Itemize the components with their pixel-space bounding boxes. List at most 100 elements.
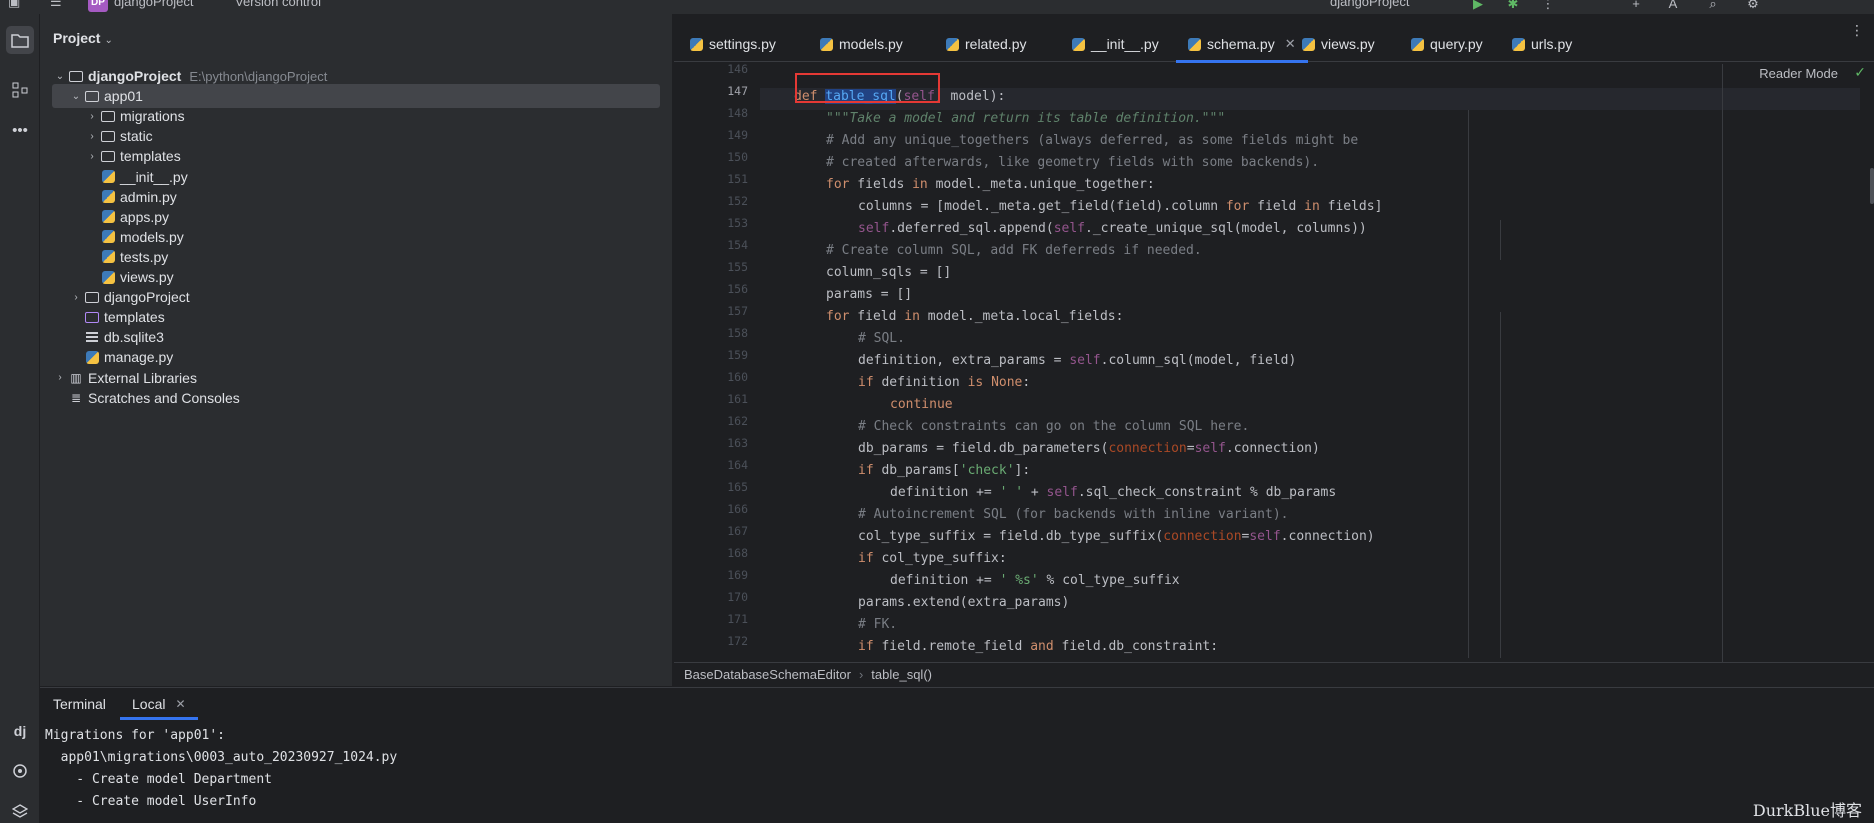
line-number: 162 (727, 414, 748, 428)
close-icon[interactable]: ✕ (1285, 36, 1296, 52)
django-icon[interactable]: dj (6, 717, 34, 745)
terminal-panel: Terminal Local ✕ Migrations for 'app01':… (40, 687, 1874, 823)
line-number: 147 (727, 84, 748, 98)
code-line-152[interactable]: columns = [model._meta.get_field(field).… (858, 196, 1382, 218)
code-line-167[interactable]: col_type_suffix = field.db_type_suffix(c… (858, 526, 1375, 548)
run-config-dropdown[interactable]: djangoProject (1330, 0, 1410, 9)
code-line-172[interactable]: if field.remote_field and field.db_const… (858, 636, 1218, 658)
chevron-down-icon[interactable]: ⌄ (68, 91, 84, 102)
folder-icon (100, 109, 116, 123)
app-logo-icon[interactable]: ▣ (8, 0, 20, 10)
chevron-right-icon[interactable]: › (84, 131, 100, 142)
run-icon[interactable]: ▶ (1470, 0, 1486, 11)
line-number-gutter: 146 147 148 149 150 151 152 153 154 155 156 157 158 1… (674, 62, 760, 662)
project-name-dropdown[interactable]: djangoProject (114, 0, 194, 9)
code-line-169[interactable]: definition += ' %s' % col_type_suffix (890, 570, 1180, 592)
line-number: 151 (727, 172, 748, 186)
code-line-150[interactable]: # created afterwards, like geometry fiel… (826, 152, 1319, 174)
main-menu-icon[interactable]: ☰ (50, 0, 62, 10)
chevron-right-icon[interactable]: › (52, 372, 68, 383)
tab-related-py[interactable]: related.py (946, 26, 1026, 62)
close-icon[interactable]: ✕ (175, 697, 185, 711)
search-icon[interactable]: ⌕ (1705, 0, 1721, 11)
more-tools-icon[interactable]: ••• (6, 116, 34, 144)
code-line-155[interactable]: column_sqls = [] (826, 262, 951, 284)
translate-icon[interactable]: A (1665, 0, 1681, 11)
chevron-right-icon[interactable]: › (68, 292, 84, 303)
project-tool-icon[interactable] (6, 26, 34, 54)
code-line-171[interactable]: # FK. (858, 614, 897, 636)
tab-label: related.py (965, 36, 1027, 52)
tab-urls-py[interactable]: urls.py (1512, 26, 1572, 62)
more-actions-icon[interactable]: ⋮ (1540, 0, 1556, 11)
python-file-icon (100, 230, 116, 244)
code-line-165[interactable]: definition += ' ' + self.sql_check_const… (890, 482, 1336, 504)
debug-icon[interactable]: ✱ (1505, 0, 1521, 11)
python-file-icon (84, 350, 100, 364)
code-line-162[interactable]: # Check constraints can go on the column… (858, 416, 1249, 438)
breadcrumb-class[interactable]: BaseDatabaseSchemaEditor (684, 667, 851, 682)
tab-settings-py[interactable]: settings.py (690, 26, 776, 62)
python-file-icon (690, 37, 703, 51)
left-tool-strip: ••• dj (0, 14, 40, 823)
code-line-166[interactable]: # Autoincrement SQL (for backends with i… (858, 504, 1288, 526)
chevron-right-icon[interactable]: › (84, 111, 100, 122)
chevron-down-icon[interactable]: ⌄ (104, 35, 112, 46)
code-line-158[interactable]: # SQL. (858, 328, 905, 350)
breadcrumb-method[interactable]: table_sql() (871, 667, 932, 682)
indent-guide (1500, 220, 1501, 260)
terminal-tab-local[interactable]: Local ✕ (120, 688, 198, 720)
code-line-168[interactable]: if col_type_suffix: (858, 548, 1007, 570)
tree-item-label: djangoProject (104, 289, 190, 306)
tree-item-label: tests.py (120, 248, 169, 265)
terminal-title: Terminal (53, 696, 106, 712)
vcs-dropdown[interactable]: Version control (235, 0, 321, 9)
python-file-icon (100, 270, 116, 284)
tab-models-py[interactable]: models.py (820, 26, 903, 62)
chevron-right-icon[interactable]: › (84, 151, 100, 162)
python-file-icon (1512, 37, 1525, 51)
line-number: 148 (727, 106, 748, 120)
code-line-161[interactable]: continue (890, 394, 953, 416)
code-line-154[interactable]: # Create column SQL, add FK deferreds if… (826, 240, 1202, 262)
code-line-151[interactable]: for fields in model._meta.unique_togethe… (826, 174, 1155, 196)
tab-overflow-icon[interactable]: ⋮ (1850, 22, 1864, 39)
editor-scrollbar[interactable] (1870, 168, 1874, 204)
code-line-148[interactable]: """Take a model and return its table def… (826, 108, 1225, 130)
code-line-156[interactable]: params = [] (826, 284, 912, 306)
project-panel-title[interactable]: Project ⌄ (53, 30, 113, 46)
python-file-icon (1072, 37, 1085, 51)
code-line-157[interactable]: for field in model._meta.local_fields: (826, 306, 1123, 328)
line-number: 161 (727, 392, 748, 406)
code-line-163[interactable]: db_params = field.db_parameters(connecti… (858, 438, 1320, 460)
tab-schema-py[interactable]: schema.py ✕ (1176, 26, 1308, 63)
tree-item-label: models.py (120, 228, 184, 245)
settings-gear-icon[interactable]: ⚙ (1745, 0, 1761, 11)
tab---init---py[interactable]: __init__.py (1072, 26, 1159, 62)
terminal-line: - Create model Department (45, 772, 272, 787)
line-number: 153 (727, 216, 748, 230)
terminal-line: Migrations for 'app01': (45, 728, 226, 743)
code-line-170[interactable]: params.extend(extra_params) (858, 592, 1069, 614)
code-line-164[interactable]: if db_params['check']: (858, 460, 1030, 482)
python-console-icon[interactable] (6, 757, 34, 785)
code-line-147[interactable]: def table_sql(self, model): (794, 86, 1005, 108)
reader-mode-toggle[interactable]: Reader Mode (1759, 66, 1838, 81)
tree-item-label: templates (104, 309, 165, 326)
code-line-160[interactable]: if definition is None: (858, 372, 1030, 394)
code-line-159[interactable]: definition, extra_params = self.column_s… (858, 350, 1296, 372)
structure-tool-icon[interactable] (6, 76, 34, 104)
tab-query-py[interactable]: query.py (1411, 26, 1483, 62)
tree-item-label: __init__.py (120, 168, 188, 185)
code-line-149[interactable]: # Add any unique_togethers (always defer… (826, 130, 1358, 152)
layers-icon[interactable] (6, 797, 34, 823)
chevron-down-icon[interactable]: ⌄ (52, 71, 68, 82)
project-badge[interactable]: DP (88, 0, 108, 12)
tab-label: settings.py (709, 36, 776, 52)
tab-views-py[interactable]: views.py (1302, 26, 1375, 62)
code-line-153[interactable]: self.deferred_sql.append(self._create_un… (858, 218, 1367, 240)
inspection-ok-icon[interactable]: ✓ (1854, 64, 1866, 81)
add-user-icon[interactable]: + (1628, 0, 1644, 11)
tree-item-label: External Libraries (88, 369, 197, 386)
tree-item[interactable]: ≣ Scratches and Consoles (52, 386, 660, 410)
